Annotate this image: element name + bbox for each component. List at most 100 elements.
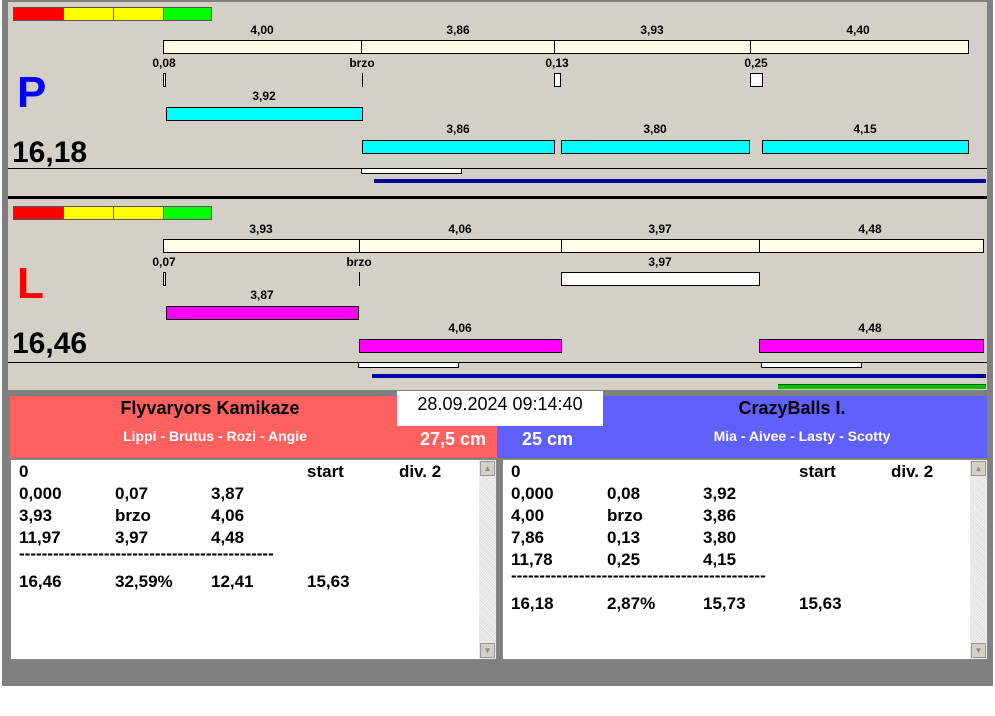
status-red (13, 7, 64, 21)
bar-label: 3,92 (252, 89, 276, 103)
cell: start (799, 462, 836, 481)
result-bar (362, 140, 555, 154)
cell: 0,08 (607, 484, 641, 503)
datetime: 28.09.2024 09:14:40 (397, 391, 603, 426)
cell: 3,86 (703, 506, 737, 525)
time-bar (163, 40, 363, 54)
cell: 3,87 (211, 484, 245, 503)
bar-label: 4,48 (858, 321, 882, 335)
mid-label: 0,13 (545, 56, 569, 70)
progress-marker (358, 362, 459, 368)
team-distance: 27,5 cm (419, 429, 486, 449)
cell: 3,92 (703, 484, 737, 503)
separator-text: ----------------------------------------… (19, 544, 274, 563)
marker (561, 272, 760, 286)
right-results-pane[interactable]: ▲ ▼ 0 start div. 2 0,000 0,08 3,92 4,00 brzo 3,8… (502, 459, 988, 660)
top-label: 3,86 (446, 23, 470, 37)
bar-label: 4,06 (448, 321, 472, 335)
bar-label: 3,87 (250, 288, 274, 302)
time-bar (561, 239, 760, 253)
team-players: Lippi - Brutus - Rozi - Angie (123, 428, 307, 444)
cell: div. 2 (399, 462, 442, 481)
top-label: 4,00 (250, 23, 274, 37)
scrollbar[interactable]: ▲ ▼ (479, 460, 496, 659)
mid-label: 0,07 (152, 255, 176, 269)
cell: 0,000 (511, 484, 554, 503)
lane-total: 16,18 (12, 136, 88, 169)
cell: div. 2 (891, 462, 934, 481)
cell: 4,06 (211, 506, 245, 525)
top-label: 4,48 (858, 222, 882, 236)
team-distance: 25 cm (522, 429, 574, 449)
cell: 32,59% (115, 572, 173, 591)
bar-label: 4,15 (853, 122, 877, 136)
cell: 16,46 (19, 572, 62, 591)
status-yellow (63, 7, 114, 21)
marker (163, 73, 166, 87)
top-label: 3,93 (640, 23, 664, 37)
cell: 15,63 (799, 594, 842, 613)
marker (359, 272, 360, 286)
cell: 3,93 (19, 506, 53, 525)
result-bar (759, 339, 984, 353)
status-green (163, 206, 212, 220)
cell: 0,000 (19, 484, 62, 503)
cell: 2,87% (607, 594, 656, 613)
cell: 15,63 (307, 572, 350, 591)
result-bar (166, 306, 359, 320)
scrollbar[interactable]: ▲ ▼ (970, 460, 987, 659)
progress-line (372, 374, 986, 378)
mid-label: 3,97 (648, 255, 672, 269)
time-bar (750, 40, 969, 54)
scroll-down-icon[interactable]: ▼ (480, 643, 495, 658)
top-label: 3,93 (249, 222, 273, 236)
time-bar (163, 239, 360, 253)
top-label: 3,97 (648, 222, 672, 236)
mid-label: brzo (349, 56, 375, 70)
progress-marker (361, 168, 462, 174)
cell: 3,80 (703, 528, 737, 547)
scroll-up-icon[interactable]: ▲ (971, 461, 986, 476)
progress-line-green (778, 384, 986, 389)
lane-letter: P (17, 68, 47, 117)
time-bar (359, 239, 562, 253)
result-bar (762, 140, 969, 154)
status-red (13, 206, 64, 220)
cell: start (307, 462, 344, 481)
cell: 7,86 (511, 528, 545, 547)
divider (8, 168, 987, 169)
bar-label: 3,80 (643, 122, 667, 136)
scroll-down-icon[interactable]: ▼ (971, 643, 986, 658)
result-bar (166, 107, 363, 121)
cell: 0,13 (607, 528, 641, 547)
mid-label: 0,25 (744, 56, 768, 70)
mid-label: 0,08 (152, 56, 176, 70)
progress-marker (761, 362, 862, 368)
separator-text: ----------------------------------------… (511, 566, 766, 585)
mid-label: brzo (346, 255, 372, 269)
marker (163, 272, 166, 286)
marker (362, 73, 363, 87)
result-bar (359, 339, 562, 353)
cell: brzo (115, 506, 151, 525)
status-yellow (113, 206, 164, 220)
status-yellow (63, 206, 114, 220)
cell: 12,41 (211, 572, 254, 591)
team-name: Flyvaryors Kamikaze (120, 398, 300, 418)
top-label: 4,40 (846, 23, 870, 37)
scroll-up-icon[interactable]: ▲ (480, 461, 495, 476)
time-bar (554, 40, 751, 54)
left-results-pane[interactable]: ▲ ▼ 0 start div. 2 0,000 0,07 3,87 3,93 brzo 4,0… (10, 459, 497, 660)
cell: brzo (607, 506, 643, 525)
cell: 15,73 (703, 594, 746, 613)
top-label: 4,06 (448, 222, 472, 236)
cell: 0 (511, 462, 521, 481)
result-bar (561, 140, 750, 154)
cell: 0,07 (115, 484, 149, 503)
progress-line (374, 179, 986, 183)
lane-letter: L (17, 259, 44, 308)
lane-l-panel: 3,93 4,06 3,97 4,48 0,07 brzo 3,97 L 3,8… (8, 199, 987, 390)
marker (554, 73, 561, 87)
status-yellow (113, 7, 164, 21)
cell: 0 (19, 462, 29, 481)
